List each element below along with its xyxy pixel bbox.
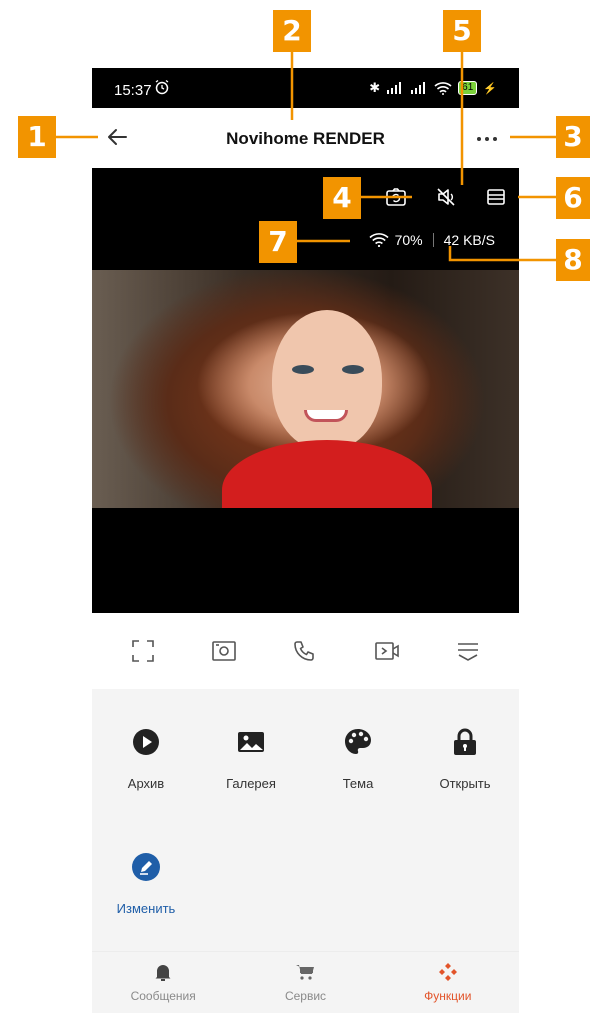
callout-7: 7 [259,221,297,263]
signal-icon-2 [411,82,426,94]
collapse-icon [458,643,479,661]
record-icon [212,641,236,661]
wifi-strength-icon [369,233,389,247]
edit-icon [132,853,160,881]
layout-icon[interactable] [485,186,507,208]
image-icon [238,732,264,752]
theme-item[interactable]: Тема [308,727,408,791]
palette-icon [345,729,371,754]
charging-icon: ⚡ [483,82,497,95]
callout-3: 3 [556,116,590,158]
page-title: Novihome RENDER [226,129,385,148]
system-icons: ✱ 61 ⚡ [369,80,497,96]
edit-item[interactable]: Изменить [96,852,196,916]
record-button[interactable] [204,631,244,671]
edit-label: Изменить [116,901,176,916]
video-stats: 70% 42 KB/S [369,232,495,248]
functions-grid: Архив Галерея Тема Открыть Изменить [92,689,519,951]
nav-functions-label: Функции [424,989,472,1003]
face-shape [272,310,382,450]
signal-strength: 70% [394,232,423,248]
divider [432,233,434,247]
app-header: Novihome RENDER [92,108,519,168]
theme-label: Тема [342,776,374,791]
bottom-nav: Сообщения Сервис Функции [92,951,519,1013]
cart-icon [296,965,315,980]
nav-service[interactable]: Сервис [234,952,376,1013]
control-bar [92,613,519,689]
gallery-item[interactable]: Галерея [201,727,301,791]
callout-1: 1 [18,116,56,158]
status-bar: 15:37 ✱ 61 ⚡ [92,68,519,108]
status-time: 15:37 [114,82,152,99]
phone-screen: 15:37 ✱ 61 ⚡ Novihome RENDER 70% 42 KB/S [92,68,519,1013]
callout-6: 6 [556,177,590,219]
collapse-button[interactable] [448,631,488,671]
bitrate: 42 KB/S [443,232,495,248]
callout-8: 8 [556,239,590,281]
call-button[interactable] [285,631,325,671]
callout-5: 5 [443,10,481,52]
nav-messages[interactable]: Сообщения [92,952,234,1013]
functions-icon [438,963,457,981]
signal-icon [387,82,402,94]
battery-indicator: 61 [458,81,478,95]
shirt-shape [222,440,432,508]
alarm-icon [155,79,169,95]
mouth-shape [304,410,348,422]
archive-label: Архив [127,776,165,791]
mute-icon[interactable] [435,186,457,208]
callout-4: 4 [323,177,361,219]
callout-2: 2 [273,10,311,52]
eye-shape [292,365,314,374]
bell-icon [155,965,171,981]
video-toolbar [385,186,507,208]
gallery-label: Галерея [226,776,276,791]
fullscreen-button[interactable] [123,631,163,671]
call-icon [294,641,315,661]
open-label: Открыть [439,776,491,791]
bluetooth-icon: ✱ [369,80,381,95]
wifi-icon [434,81,452,95]
camera-frame [92,270,519,508]
nav-service-label: Сервис [284,989,327,1003]
more-dots-icon[interactable] [475,127,499,147]
snapshot-icon[interactable] [385,186,407,208]
open-item[interactable]: Открыть [415,727,515,791]
nav-functions[interactable]: Функции [377,952,519,1013]
archive-item[interactable]: Архив [96,727,196,791]
fullscreen-icon [131,640,154,662]
video-play-button[interactable] [367,631,407,671]
eye-shape [342,365,364,374]
play-circle-icon [133,729,159,755]
video-area: 70% 42 KB/S [92,168,519,613]
video-play-icon [375,642,399,660]
nav-messages-label: Сообщения [130,989,196,1003]
lock-icon [454,728,476,755]
